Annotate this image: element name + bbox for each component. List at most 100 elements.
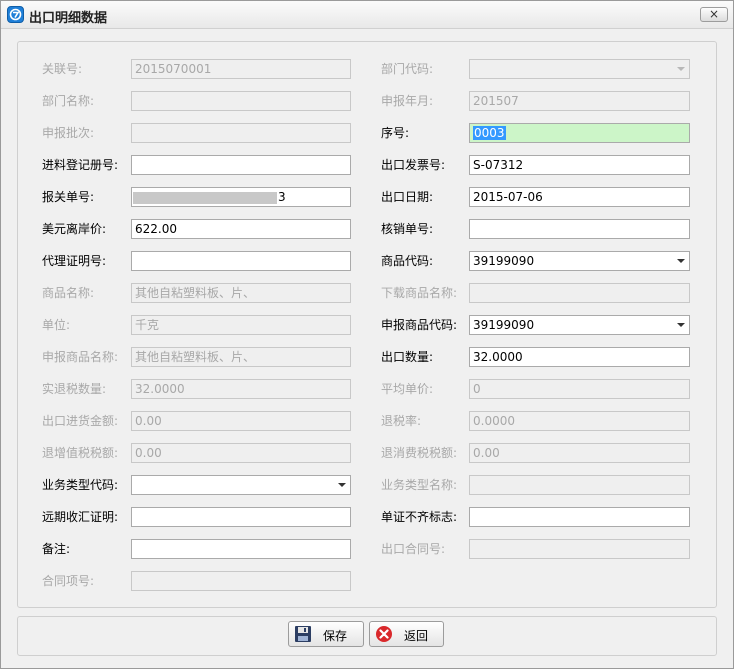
input-left-8: 千克 [131, 315, 351, 335]
field-label-left-10: 实退税数量: [42, 382, 107, 396]
input-right-12: 0.00 [469, 443, 690, 463]
field-label-left-6: 代理证明号: [42, 254, 107, 268]
field-label-right-3: 出口发票号: [381, 158, 446, 172]
field-value-left-9: 其他自粘塑料板、片、 [135, 350, 256, 364]
input-left-0: 2015070001 [131, 59, 351, 79]
field-label-left-14: 远期收汇证明: [42, 510, 119, 524]
input-left-12: 0.00 [131, 443, 351, 463]
input-right-14[interactable] [469, 507, 690, 527]
field-label-right-0: 部门代码: [381, 62, 434, 76]
field-value-right-4: 2015-07-06 [473, 190, 543, 204]
field-value-right-12: 0.00 [473, 446, 500, 460]
field-label-right-15: 出口合同号: [381, 542, 446, 556]
field-value-left-5: 622.00 [135, 222, 177, 236]
field-label-right-1: 申报年月: [381, 94, 434, 108]
field-value-left-7: 其他自粘塑料板、片、 [135, 286, 256, 300]
field-label-left-1: 部门名称: [42, 94, 95, 108]
field-label-left-0: 关联号: [42, 62, 83, 76]
field-label-right-11: 退税率: [381, 414, 422, 428]
input-left-10: 32.0000 [131, 379, 351, 399]
close-icon: × [708, 7, 720, 21]
input-right-3[interactable]: S-07312 [469, 155, 690, 175]
input-right-15 [469, 539, 690, 559]
input-right-7 [469, 283, 690, 303]
input-left-2 [131, 123, 351, 143]
input-left-1 [131, 91, 351, 111]
input-right-9[interactable]: 32.0000 [469, 347, 690, 367]
field-label-left-8: 单位: [42, 318, 71, 332]
dropdown-right-0 [469, 59, 690, 79]
floppy-disk-icon [295, 626, 311, 642]
input-right-10: 0 [469, 379, 690, 399]
input-right-11: 0.0000 [469, 411, 690, 431]
chevron-down-icon[interactable] [338, 483, 346, 487]
field-label-left-15: 备注: [42, 542, 71, 556]
app-logo-icon [7, 6, 24, 23]
input-left-16 [131, 571, 351, 591]
input-left-3[interactable] [131, 155, 351, 175]
field-label-left-9: 申报商品名称: [42, 350, 119, 364]
field-value-left-12: 0.00 [135, 446, 162, 460]
field-value-right-2: 0003 [473, 126, 506, 140]
field-value-right-6: 39199090 [473, 254, 535, 268]
dropdown-right-8[interactable]: 39199090 [469, 315, 690, 335]
field-value-right-10: 0 [473, 382, 481, 396]
field-value-left-10: 32.0000 [135, 382, 185, 396]
field-label-left-11: 出口进货金额: [42, 414, 119, 428]
input-left-15[interactable] [131, 539, 351, 559]
title-bar[interactable]: 出口明细数据 × [1, 1, 733, 29]
field-label-right-6: 商品代码: [381, 254, 434, 268]
input-left-14[interactable] [131, 507, 351, 527]
field-label-right-13: 业务类型名称: [381, 478, 458, 492]
field-label-left-5: 美元离岸价: [42, 222, 107, 236]
chevron-down-icon[interactable] [677, 259, 685, 263]
field-label-right-2: 序号: [381, 126, 410, 140]
input-right-1: 201507 [469, 91, 690, 111]
input-left-9: 其他自粘塑料板、片、 [131, 347, 351, 367]
redaction-mask [133, 192, 277, 204]
input-right-4[interactable]: 2015-07-06 [469, 187, 690, 207]
field-label-right-8: 申报商品代码: [381, 318, 458, 332]
input-left-6[interactable] [131, 251, 351, 271]
field-label-left-12: 退增值税税额: [42, 446, 119, 460]
field-label-right-7: 下载商品名称: [381, 286, 458, 300]
field-label-right-4: 出口日期: [381, 190, 434, 204]
field-label-left-2: 申报批次: [42, 126, 95, 140]
dropdown-right-6[interactable]: 39199090 [469, 251, 690, 271]
button-panel [17, 616, 717, 656]
save-button-label: 保存 [323, 629, 348, 643]
field-value-left-8: 千克 [135, 318, 160, 332]
field-value-left-11: 0.00 [135, 414, 162, 428]
input-right-5[interactable] [469, 219, 690, 239]
input-left-11: 0.00 [131, 411, 351, 431]
back-button-label: 返回 [404, 629, 429, 643]
field-value-right-11: 0.0000 [473, 414, 515, 428]
save-button[interactable]: 保存 [288, 621, 364, 647]
dropdown-left-13[interactable] [131, 475, 351, 495]
dialog-window: 出口明细数据 × 关联号: 2015070001 部门名称: 申报批次: 进料登记册号:… [0, 0, 734, 669]
close-button[interactable]: × [700, 7, 728, 22]
field-label-right-14: 单证不齐标志: [381, 510, 458, 524]
chevron-down-icon[interactable] [677, 323, 685, 327]
input-left-4[interactable]: 3 [131, 187, 351, 207]
back-button[interactable]: 返回 [369, 621, 444, 647]
window-title: 出口明细数据 [29, 11, 108, 26]
field-label-right-12: 退消费税税额: [381, 446, 458, 460]
chevron-down-icon [677, 67, 685, 71]
field-value-left-0: 2015070001 [135, 62, 212, 76]
input-left-5[interactable]: 622.00 [131, 219, 351, 239]
field-label-left-4: 报关单号: [42, 190, 95, 204]
input-right-2[interactable]: 0003 [469, 123, 690, 143]
field-value-right-9: 32.0000 [473, 350, 523, 364]
field-label-left-13: 业务类型代码: [42, 478, 119, 492]
field-label-left-7: 商品名称: [42, 286, 95, 300]
cancel-icon [376, 626, 392, 642]
field-value-right-8: 39199090 [473, 318, 535, 332]
input-left-7: 其他自粘塑料板、片、 [131, 283, 351, 303]
field-label-right-5: 核销单号: [381, 222, 434, 236]
field-label-left-16: 合同项号: [42, 574, 95, 588]
field-label-left-3: 进料登记册号: [42, 158, 119, 172]
field-value-right-1: 201507 [473, 94, 519, 108]
input-right-13 [469, 475, 690, 495]
field-label-right-10: 平均单价: [381, 382, 434, 396]
